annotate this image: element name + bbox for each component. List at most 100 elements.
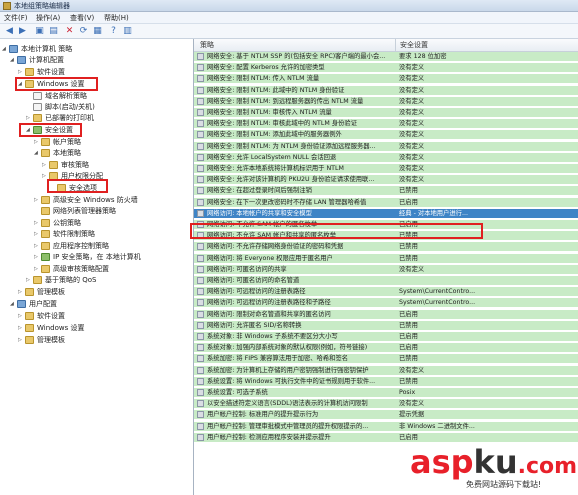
table-row[interactable]: 网络安全: 限制 NTLM: 传入 NTLM 流量 没有定义 [194, 74, 578, 85]
delete-icon[interactable]: ✕ [64, 26, 75, 37]
forward-arrow-icon[interactable]: ▶ [17, 26, 28, 37]
policy-tree[interactable]: ◢ 本地计算机 策略 ◢ 计算机配置 ▷ 软件设置 ◢ Windows 设置 域名解析策… [0, 39, 194, 495]
expand-arrow-icon[interactable]: ▷ [34, 195, 41, 206]
tree-node-local-computer-policy[interactable]: ◢ 本地计算机 策略 [2, 44, 72, 55]
show-hide-tree-icon[interactable]: ▤ [48, 26, 59, 37]
table-row[interactable]: 系统对象: 加强内部系统对象的默认权限(例如，符号链接) 已启用 [194, 343, 578, 354]
tree-node-user-config[interactable]: ◢ 用户配置 [10, 299, 57, 310]
menu-help[interactable]: 帮助(H) [104, 13, 129, 23]
tree-node-local-policies[interactable]: ◢ 本地策略 [34, 148, 81, 159]
menu-file[interactable]: 文件(F) [4, 13, 28, 23]
tree-node-app-control[interactable]: ▷ 应用程序控制策略 [34, 241, 109, 252]
expand-arrow-icon[interactable]: ▷ [42, 171, 49, 182]
expand-arrow-icon[interactable]: ▷ [18, 323, 25, 334]
table-row[interactable]: 网络安全: 限制 NTLM: 为 NTLM 身份验证添加远程服务器... 没有定义 [194, 141, 578, 152]
tree-node-user-rights[interactable]: ▷ 用户权限分配 [42, 171, 103, 182]
expand-arrow-icon[interactable]: ▷ [18, 311, 25, 322]
table-row[interactable]: 网络安全: 配置 Kerberos 允许的加密类型 没有定义 [194, 63, 578, 74]
tree-node-firewall[interactable]: ▷ 高级安全 Windows 防火墙 [34, 195, 138, 206]
table-row[interactable]: 以安全描述符定义语言(SDDL)语法表示的计算机访问限制 没有定义 [194, 399, 578, 410]
tree-node-scripts[interactable]: 脚本(启动/关机) [26, 102, 95, 113]
properties-icon[interactable]: ▥ [122, 26, 133, 37]
table-row[interactable]: 网络安全: 允许对该计算机的 PKU2U 身份验证请求使用联... 没有定义 [194, 175, 578, 186]
tree-node-ip-security[interactable]: ▷ IP 安全策略，在 本地计算机 [34, 252, 141, 263]
expand-arrow-icon[interactable]: ▷ [34, 218, 41, 229]
table-row[interactable]: 系统设置: 将 Windows 可执行文件中的证书规则用于软件... 已禁用 [194, 376, 578, 387]
expand-arrow-icon[interactable]: ▷ [26, 275, 33, 286]
table-row[interactable]: 网络访问: 不允许 SAM 帐户和共享的匿名枚举 已禁用 [194, 231, 578, 242]
tree-node-audit-policy[interactable]: ▷ 审核策略 [42, 160, 89, 171]
table-row[interactable]: 用户帐户控制: 标准用户的提升提示行为 提示凭据 [194, 410, 578, 421]
expand-arrow-icon[interactable]: ▷ [18, 67, 25, 78]
table-row[interactable]: 系统设置: 可选子系统 Posix [194, 388, 578, 398]
collapse-arrow-icon[interactable]: ◢ [10, 55, 17, 66]
table-row[interactable]: 网络访问: 允许匿名 SID/名称转换 已禁用 [194, 320, 578, 331]
table-row[interactable]: 网络访问: 可匿名访问的命名管道 [194, 276, 578, 286]
tree-node-admin-templates[interactable]: ▷ 管理模板 [18, 287, 65, 298]
table-row[interactable]: 系统加密: 为计算机上存储的用户密钥强制进行强密钥保护 没有定义 [194, 365, 578, 376]
expand-arrow-icon[interactable]: ▷ [34, 229, 41, 240]
column-header-policy[interactable]: 策略 [200, 41, 214, 50]
refresh-icon[interactable]: ⟳ [78, 26, 89, 37]
tree-node-security-options[interactable]: 安全选项 [50, 183, 97, 194]
expand-arrow-icon[interactable]: ▷ [34, 241, 41, 252]
policy-list[interactable]: 策略 安全设置 网络安全: 基于 NTLM SSP 的(包括安全 RPC)客户端… [194, 39, 578, 495]
tree-node-deployed-printers[interactable]: ▷ 已部署的打印机 [26, 113, 94, 124]
table-row[interactable]: 网络访问: 限制对命名管道和共享的匿名访问 已启用 [194, 309, 578, 320]
menu-action[interactable]: 操作(A) [36, 13, 60, 23]
table-row[interactable]: 网络访问: 本地帐户的共享和安全模型 经典 - 对本地用户进行... [194, 208, 578, 219]
expand-arrow-icon[interactable]: ▷ [34, 264, 41, 275]
expand-arrow-icon[interactable]: ▷ [18, 287, 25, 298]
table-row[interactable]: 网络安全: 在超过登录时间后强制注销 已禁用 [194, 186, 578, 197]
tree-node-software-restriction[interactable]: ▷ 软件限制策略 [34, 229, 95, 240]
table-row[interactable]: 网络安全: 限制 NTLM: 此域中的 NTLM 身份验证 没有定义 [194, 85, 578, 96]
tree-node-user-admin-templates[interactable]: ▷ 管理模板 [18, 335, 65, 346]
tree-node-qos[interactable]: ▷ 基于策略的 QoS [26, 275, 96, 286]
tree-node-software-settings[interactable]: ▷ 软件设置 [18, 67, 65, 78]
table-row[interactable]: 网络安全: 限制 NTLM: 到远程服务器的传出 NTLM 流量 没有定义 [194, 96, 578, 107]
table-row[interactable]: 网络安全: 允许 LocalSystem NULL 会话回退 没有定义 [194, 152, 578, 163]
table-row[interactable]: 用户帐户控制: 检测应用程序安装并提示提升 已启用 [194, 432, 578, 443]
tree-node-advanced-audit[interactable]: ▷ 高级审核策略配置 [34, 264, 109, 275]
table-row[interactable]: 网络访问: 将 Everyone 权限应用于匿名用户 已禁用 [194, 253, 578, 264]
table-row[interactable]: 网络安全: 限制 NTLM: 审核传入 NTLM 流量 没有定义 [194, 108, 578, 118]
collapse-arrow-icon[interactable]: ◢ [2, 44, 9, 55]
tree-node-computer-config[interactable]: ◢ 计算机配置 [10, 55, 64, 66]
menu-view[interactable]: 查看(V) [70, 13, 94, 23]
tree-node-security-settings[interactable]: ◢ 安全设置 [26, 125, 73, 136]
tree-node-public-key-policies[interactable]: ▷ 公钥策略 [34, 218, 81, 229]
expand-arrow-icon[interactable]: ▷ [34, 137, 41, 148]
table-row[interactable]: 网络访问: 不允许 SAM 帐户的匿名枚举 已启用 [194, 220, 578, 230]
table-row[interactable]: 网络访问: 可匿名访问的共享 没有定义 [194, 264, 578, 275]
column-header-setting[interactable]: 安全设置 [400, 41, 428, 50]
table-row[interactable]: 网络安全: 限制 NTLM: 添加此域中的服务器例外 没有定义 [194, 130, 578, 141]
table-row[interactable]: 网络安全: 在下一次更改密码时不存储 LAN 管理器哈希值 已启用 [194, 197, 578, 208]
table-row[interactable]: 用户帐户控制: 管理审批模式中管理员的提升权限提示的... 非 Windows 二… [194, 421, 578, 432]
back-arrow-icon[interactable]: ◀ [4, 26, 15, 37]
table-row[interactable]: 系统加密: 将 FIPS 兼容算法用于加密、哈希和签名 已禁用 [194, 354, 578, 365]
collapse-arrow-icon[interactable]: ◢ [34, 148, 41, 159]
tree-node-account-policies[interactable]: ▷ 帐户策略 [34, 137, 81, 148]
tree-node-user-software-settings[interactable]: ▷ 软件设置 [18, 311, 65, 322]
table-row[interactable]: 网络安全: 限制 NTLM: 审核此域中的 NTLM 身份验证 没有定义 [194, 119, 578, 130]
tree-node-user-windows-settings[interactable]: ▷ Windows 设置 [18, 323, 84, 334]
expand-arrow-icon[interactable]: ▷ [26, 113, 33, 124]
expand-arrow-icon[interactable]: ▷ [34, 252, 41, 263]
collapse-arrow-icon[interactable]: ◢ [10, 299, 17, 310]
collapse-arrow-icon[interactable]: ◢ [26, 125, 33, 136]
table-row[interactable]: 网络访问: 不允许存储网络身份验证的密码和凭据 已禁用 [194, 242, 578, 253]
table-row[interactable]: 网络访问: 可远程访问的注册表路径 System\CurrentContro... [194, 287, 578, 298]
up-folder-icon[interactable]: ▣ [34, 26, 45, 37]
expand-arrow-icon[interactable]: ▷ [42, 160, 49, 171]
column-divider[interactable] [395, 39, 396, 52]
table-row[interactable]: 系统对象: 非 Windows 子系统不要区分大小写 已启用 [194, 332, 578, 342]
table-row[interactable]: 网络安全: 允许本地系统将计算机标识用于 NTLM 没有定义 [194, 164, 578, 174]
export-list-icon[interactable]: ▦ [92, 26, 103, 37]
expand-arrow-icon[interactable]: ▷ [18, 335, 25, 346]
help-icon[interactable]: ? [108, 26, 119, 37]
tree-node-name-resolution-policy[interactable]: 域名解析策略 [26, 91, 87, 102]
tree-node-network-list-manager[interactable]: 网络列表管理器策略 [34, 206, 116, 217]
collapse-arrow-icon[interactable]: ◢ [18, 79, 25, 90]
table-row[interactable]: 网络安全: 基于 NTLM SSP 的(包括安全 RPC)客户端的最小会... 要… [194, 52, 578, 62]
table-row[interactable]: 网络访问: 可远程访问的注册表路径和子路径 System\CurrentContr… [194, 298, 578, 309]
